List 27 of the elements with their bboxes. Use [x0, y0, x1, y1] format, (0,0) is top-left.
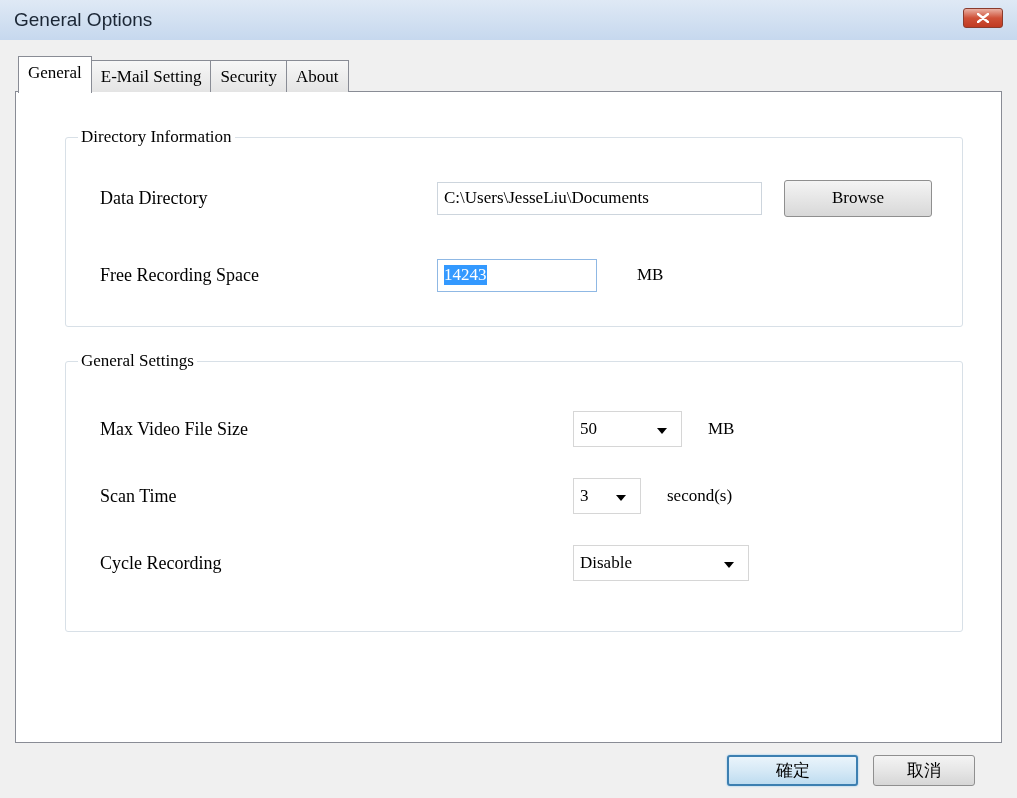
caret-icon — [657, 428, 667, 434]
unit-label: MB — [708, 419, 735, 439]
ok-button[interactable]: 確定 — [727, 755, 858, 786]
group-title: Directory Information — [78, 127, 235, 147]
tab[interactable]: E-Mail Setting — [90, 60, 212, 92]
tab[interactable]: General — [18, 56, 92, 93]
dropdown[interactable]: Disable — [573, 545, 749, 581]
window-title: General Options — [14, 9, 153, 31]
close-button[interactable] — [963, 8, 1003, 28]
caret-icon — [724, 562, 734, 568]
caret-icon — [616, 495, 626, 501]
text-field[interactable]: C:\Users\JesseLiu\Documents — [437, 181, 762, 215]
tab[interactable]: Security — [210, 60, 288, 92]
unit-label: second(s) — [667, 486, 733, 506]
dropdown[interactable]: 3 — [573, 478, 641, 514]
field-label: Max Video File Size — [100, 418, 249, 439]
dropdown[interactable]: 50 — [573, 411, 682, 447]
field-label: Data Directory — [100, 187, 208, 208]
field-label: Scan Time — [100, 485, 177, 506]
unit-label: MB — [637, 265, 664, 285]
cancel-button[interactable]: 取消 — [873, 755, 975, 786]
tab[interactable]: About — [286, 60, 349, 92]
group-title: General Settings — [78, 351, 197, 371]
close-icon — [977, 13, 989, 23]
browse-button[interactable]: Browse — [784, 179, 932, 217]
field-label: Free Recording Space — [100, 264, 259, 285]
field-label: Cycle Recording — [100, 552, 222, 573]
